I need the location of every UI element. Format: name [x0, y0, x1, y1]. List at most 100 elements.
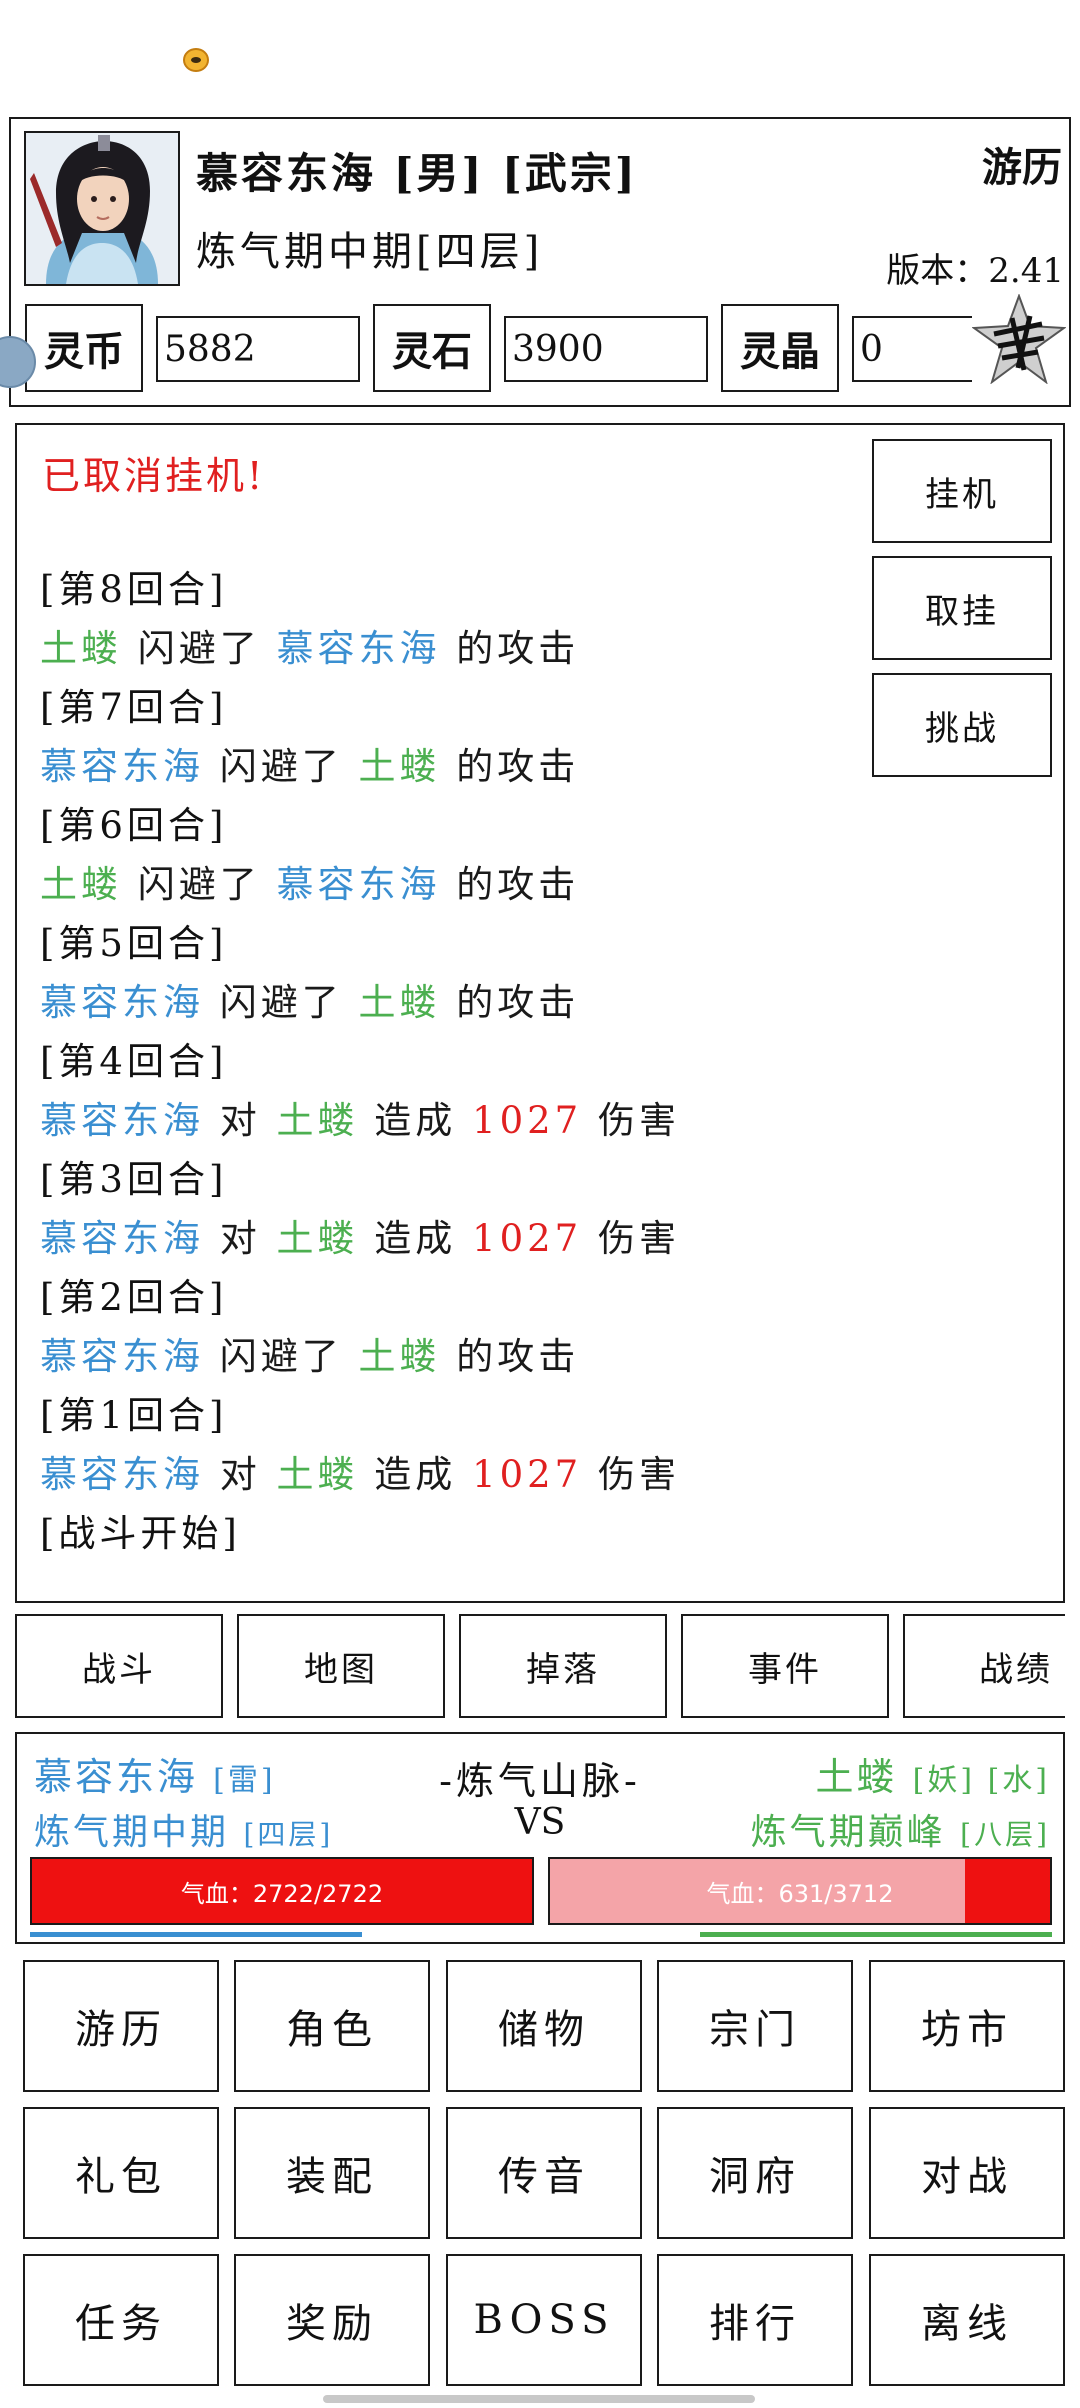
log-segment: 1027 — [472, 1453, 583, 1496]
tab-map[interactable]: 地图 — [237, 1614, 445, 1718]
log-event-line: 慕容东海 闪避了 土蝼 的攻击 — [40, 973, 860, 1032]
location-title: 游历 — [982, 144, 1062, 191]
player-name: 慕容东海 [男] [武宗] — [196, 149, 638, 198]
log-segment: 1027 — [472, 1217, 583, 1260]
log-event-line: 慕容东海 闪避了 土蝼 的攻击 — [40, 1327, 860, 1386]
log-segment: 慕容东海 — [40, 745, 204, 788]
tab-drops[interactable]: 掉落 — [459, 1614, 667, 1718]
challenge-button[interactable]: 挑战 — [872, 673, 1052, 777]
log-round-marker: [第1回合] — [40, 1394, 228, 1437]
menu-gift-pack-button[interactable]: 礼包 — [23, 2107, 219, 2239]
log-segment: 闪避了 — [122, 863, 277, 906]
log-segment: 的攻击 — [440, 981, 580, 1024]
avatar[interactable] — [24, 131, 180, 286]
idle-button[interactable]: 挂机 — [872, 439, 1052, 543]
tab-records[interactable]: 战绩 — [903, 1614, 1065, 1718]
player-status: 慕容东海 [雷] — [34, 1746, 276, 1801]
log-segment: 土蝼 — [358, 1335, 441, 1378]
menu-market-button[interactable]: 坊市 — [869, 1960, 1065, 2092]
vs-label: VS — [514, 1802, 566, 1843]
character-portrait — [26, 133, 178, 284]
log-segment: 慕容东海 — [40, 1335, 204, 1378]
log-segment: 慕容东海 — [40, 1217, 204, 1260]
log-segment: 的攻击 — [440, 863, 580, 906]
log-segment: 闪避了 — [204, 981, 359, 1024]
version-label: 版本： — [886, 251, 989, 291]
log-segment: 造成 — [358, 1099, 473, 1142]
menu-equip-button[interactable]: 装配 — [234, 2107, 430, 2239]
log-segment: 土蝼 — [276, 1099, 359, 1142]
version-value: 2.41 — [988, 251, 1064, 291]
menu-reward-button[interactable]: 奖励 — [234, 2254, 430, 2386]
menu-quest-button[interactable]: 任务 — [23, 2254, 219, 2386]
log-segment: 土蝼 — [276, 1453, 359, 1496]
log-round-marker: [第7回合] — [40, 686, 228, 729]
currency-label-lingshi: 灵石 — [373, 304, 491, 392]
enemy-realm-status: 炼气期巅峰 [八层] — [751, 1803, 1050, 1855]
currency-value-lingbi: 5882 — [156, 316, 360, 382]
battle-player-realm: 炼气期中期 — [34, 1812, 230, 1853]
tab-events[interactable]: 事件 — [681, 1614, 889, 1718]
enemy-energy-bar — [700, 1932, 1052, 1937]
currency-value-lingjing: 0 — [852, 316, 972, 382]
menu-offline-button[interactable]: 离线 — [869, 2254, 1065, 2386]
log-round-marker: [第5回合] — [40, 922, 228, 965]
log-event-line: 土蝼 闪避了 慕容东海 的攻击 — [40, 619, 860, 678]
log-segment: 造成 — [358, 1217, 473, 1260]
log-segment: 造成 — [358, 1453, 473, 1496]
tab-battle[interactable]: 战斗 — [15, 1614, 223, 1718]
player-realm-status: 炼气期中期 [四层] — [34, 1803, 333, 1855]
log-segment: 的攻击 — [440, 627, 580, 670]
battle-enemy-realm: 炼气期巅峰 — [750, 1812, 946, 1853]
log-segment: 闪避了 — [122, 627, 277, 670]
player-hp-text: 气血：2722/2722 — [180, 1879, 384, 1908]
home-indicator — [323, 2395, 755, 2403]
player-realm: 炼气期中期[四层] — [196, 229, 544, 275]
battle-player-name: 慕容东海 — [34, 1755, 199, 1799]
menu-boss-button[interactable]: BOSS — [446, 2254, 642, 2386]
log-segment: 慕容东海 — [40, 981, 204, 1024]
log-segment: 慕容东海 — [276, 627, 441, 670]
player-hp-bar: 气血：2722/2722 — [30, 1857, 534, 1925]
enemy-hp-bar: 气血：631/3712 — [548, 1857, 1052, 1925]
log-segment: 伤害 — [582, 1453, 680, 1496]
menu-character-button[interactable]: 角色 — [234, 1960, 430, 2092]
log-segment: 慕容东海 — [40, 1453, 204, 1496]
log-round-marker: [战斗开始] — [40, 1512, 241, 1555]
battle-player-tag: [雷] — [213, 1763, 276, 1798]
menu-ranking-button[interactable]: 排行 — [657, 2254, 853, 2386]
menu-travel-button[interactable]: 游历 — [23, 1960, 219, 2092]
log-segment: 的攻击 — [440, 745, 580, 788]
log-segment: 1027 — [472, 1099, 583, 1142]
log-segment: 土蝼 — [276, 1217, 359, 1260]
battle-player-layer: [四层] — [243, 1818, 334, 1851]
log-event-line: 慕容东海 对 土蝼 造成 1027 伤害 — [40, 1209, 860, 1268]
menu-storage-button[interactable]: 储物 — [446, 1960, 642, 2092]
menu-sect-button[interactable]: 宗门 — [657, 1960, 853, 2092]
cancel-idle-button[interactable]: 取挂 — [872, 556, 1052, 660]
log-event-line: 土蝼 闪避了 慕容东海 的攻击 — [40, 855, 860, 914]
menu-pvp-button[interactable]: 对战 — [869, 2107, 1065, 2239]
log-segment: 土蝼 — [358, 745, 441, 788]
log-event-line: 慕容东海 对 土蝼 造成 1027 伤害 — [40, 1091, 860, 1150]
log-segment: 闪避了 — [204, 745, 359, 788]
log-segment: 伤害 — [582, 1099, 680, 1142]
log-round-marker: [第8回合] — [40, 568, 228, 611]
currency-value-lingshi: 3900 — [504, 316, 708, 382]
log-segment: 伤害 — [582, 1217, 680, 1260]
log-event-line: 慕容东海 闪避了 土蝼 的攻击 — [40, 737, 860, 796]
battle-enemy-name: 土蝼 — [815, 1755, 898, 1799]
log-segment: 慕容东海 — [276, 863, 441, 906]
status-message: 已取消挂机! — [42, 454, 266, 498]
sect-emblem-icon[interactable] — [971, 293, 1067, 385]
log-segment: 土蝼 — [40, 863, 122, 906]
battle-enemy-tags: [妖] [水] — [912, 1763, 1050, 1798]
menu-cave-button[interactable]: 洞府 — [657, 2107, 853, 2239]
log-event-line: 慕容东海 对 土蝼 造成 1027 伤害 — [40, 1445, 860, 1504]
log-lines: [第8回合] 土蝼 闪避了 慕容东海 的攻击 [第7回合] 慕容东海 闪避了 土蝼 的… — [40, 560, 860, 1592]
menu-message-button[interactable]: 传音 — [446, 2107, 642, 2239]
battle-enemy-layer: [八层] — [960, 1818, 1050, 1851]
map-name: -炼气山脉- — [439, 1759, 641, 1803]
version-info: 版本：2.41 — [886, 243, 1064, 292]
log-segment: 对 — [204, 1099, 277, 1142]
